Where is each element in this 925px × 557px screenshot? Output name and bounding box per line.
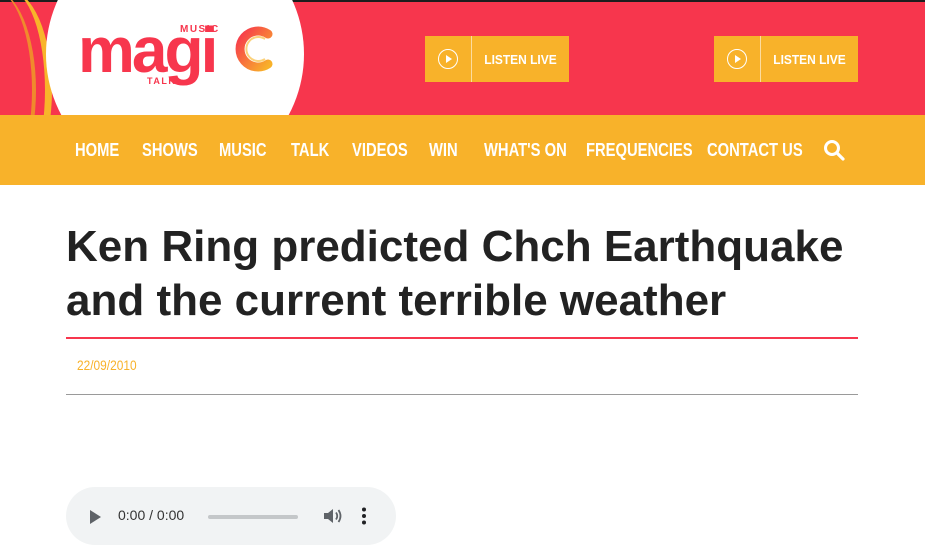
more-vert-icon[interactable] — [362, 507, 366, 525]
listen-live-label: LISTEN LIVE — [773, 51, 846, 67]
logo-music-label: MUSIC — [180, 24, 220, 35]
nav-item-frequencies[interactable]: FREQUENCIES — [586, 115, 693, 185]
listen-live-button[interactable]: LISTEN LIVE — [425, 36, 569, 82]
nav-item-videos[interactable]: VIDEOS — [352, 115, 408, 185]
date-divider — [66, 394, 858, 395]
listen-live-button[interactable]: LISTEN LIVE — [714, 36, 858, 82]
title-divider — [66, 337, 858, 339]
audio-player: 0:00 / 0:00 — [66, 487, 396, 545]
nav-item-win[interactable]: WIN — [429, 115, 458, 185]
main-nav: HOME SHOWS MUSIC TALK VIDEOS WIN WHAT'S … — [0, 115, 925, 185]
header-bar: magi MUSIC TALK LISTEN LIVE LISTEN LIVE — [0, 0, 925, 115]
play-icon[interactable] — [90, 510, 101, 524]
nav-item-contact-us[interactable]: CONTACT US — [707, 115, 803, 185]
article-title: Ken Ring predicted Chch Earthquake and t… — [66, 222, 844, 325]
nav-item-whats-on[interactable]: WHAT'S ON — [484, 115, 567, 185]
logo-talk-label: TALK — [147, 76, 177, 86]
nav-item-shows[interactable]: SHOWS — [142, 115, 198, 185]
play-circle-icon — [714, 36, 761, 82]
decorative-swoosh — [0, 0, 52, 115]
nav-item-home[interactable]: HOME — [75, 115, 119, 185]
volume-icon[interactable] — [322, 506, 344, 526]
logo-c-icon — [235, 26, 273, 72]
listen-live-label: LISTEN LIVE — [484, 51, 557, 67]
article-date: 22/09/2010 — [77, 357, 137, 373]
audio-progress-slider[interactable] — [208, 515, 298, 519]
nav-item-music[interactable]: MUSIC — [219, 115, 267, 185]
search-icon[interactable] — [823, 139, 845, 161]
audio-time: 0:00 / 0:00 — [118, 507, 185, 523]
nav-item-talk[interactable]: TALK — [291, 115, 329, 185]
play-circle-icon — [425, 36, 472, 82]
